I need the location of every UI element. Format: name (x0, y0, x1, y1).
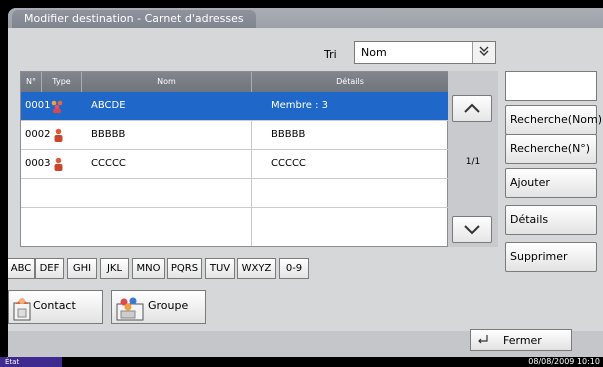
delete-button[interactable]: Supprimer (505, 242, 597, 272)
group-filter-label: Groupe (148, 299, 189, 312)
scroll-pane: 1/1 (448, 71, 498, 247)
table-header: N° Type Nom Détails (21, 72, 448, 92)
status-tab[interactable]: État (0, 357, 62, 367)
row-name: ABCDE (91, 100, 126, 111)
table-row-empty (21, 179, 448, 208)
contact-filter-label: Contact (33, 299, 76, 312)
details-button[interactable]: Détails (505, 205, 597, 235)
address-table: N° Type Nom Détails 0001 ABCDE Membre : … (20, 71, 448, 247)
row-details: Membre : 3 (271, 100, 329, 111)
col-name-header: Nom (81, 72, 251, 92)
sort-select[interactable]: Nom (354, 41, 496, 64)
alpha-button-tuv[interactable]: TUV (205, 258, 235, 279)
table-row-empty (21, 208, 448, 237)
search-by-number-button[interactable]: Recherche(N°) (505, 134, 597, 164)
alpha-button-jkl[interactable]: JKL (100, 258, 129, 279)
row-number: 0002 (25, 129, 51, 140)
return-icon (477, 334, 489, 349)
close-label: Fermer (503, 334, 542, 347)
address-book-panel: Modifier destination - Carnet d'adresses… (8, 8, 603, 357)
alpha-button-abc[interactable]: ABC (8, 258, 35, 279)
scroll-up-button[interactable] (452, 95, 492, 122)
chevron-up-icon (464, 103, 480, 113)
group-card-icon (116, 295, 144, 324)
window-title: Modifier destination - Carnet d'adresses (12, 10, 256, 28)
search-by-number-label: Recherche(N°) (510, 142, 591, 155)
add-label: Ajouter (510, 176, 550, 189)
contact-icon (53, 128, 64, 142)
close-button[interactable]: Fermer (470, 329, 572, 351)
search-by-name-label: Recherche(Nom) (510, 113, 603, 126)
col-number-header: N° (26, 77, 36, 86)
col-type-header: Type (41, 72, 81, 92)
row-details: BBBBB (271, 129, 306, 140)
contact-filter-button[interactable]: Contact (8, 290, 103, 324)
scroll-down-button[interactable] (452, 216, 492, 243)
delete-label: Supprimer (510, 250, 568, 263)
status-bar (0, 357, 603, 367)
details-label: Détails (510, 213, 549, 226)
chevron-down-icon (464, 225, 480, 235)
alpha-button-pqrs[interactable]: PQRS (167, 258, 202, 279)
search-by-name-button[interactable]: Recherche(Nom) (505, 105, 602, 135)
add-button[interactable]: Ajouter (505, 168, 597, 198)
alpha-button-0-9[interactable]: 0-9 (279, 258, 309, 279)
alpha-button-def[interactable]: DEF (35, 258, 64, 279)
sort-select-value: Nom (361, 46, 387, 59)
row-details: CCCCC (271, 158, 306, 169)
title-bar: Modifier destination - Carnet d'adresses (8, 8, 603, 28)
alpha-button-ghi[interactable]: GHI (67, 258, 97, 279)
table-row[interactable]: 0001 ABCDE Membre : 3 (21, 92, 448, 121)
page-indicator: 1/1 (465, 157, 481, 167)
row-number: 0001 (25, 100, 51, 111)
col-details-header: Détails (251, 72, 448, 92)
screen: Modifier destination - Carnet d'adresses… (0, 0, 603, 367)
search-input[interactable] (505, 71, 597, 101)
alpha-button-wxyz[interactable]: WXYZ (237, 258, 276, 279)
group-icon (50, 99, 64, 113)
alpha-button-mno[interactable]: MNO (132, 258, 165, 279)
sort-label: Tri (324, 48, 337, 61)
row-name: CCCCC (91, 158, 126, 169)
column-divider (251, 121, 252, 246)
table-row[interactable]: 0003 CCCCC CCCCC (21, 150, 448, 179)
contact-icon (53, 157, 64, 171)
status-datetime: 08/08/2009 10:10 (528, 357, 600, 366)
row-number: 0003 (25, 158, 51, 169)
row-name: BBBBB (91, 129, 126, 140)
group-filter-button[interactable]: Groupe (111, 290, 206, 324)
contact-card-icon (13, 295, 31, 324)
double-chevron-down-icon[interactable] (472, 42, 495, 63)
table-row[interactable]: 0002 BBBBB BBBBB (21, 121, 448, 150)
